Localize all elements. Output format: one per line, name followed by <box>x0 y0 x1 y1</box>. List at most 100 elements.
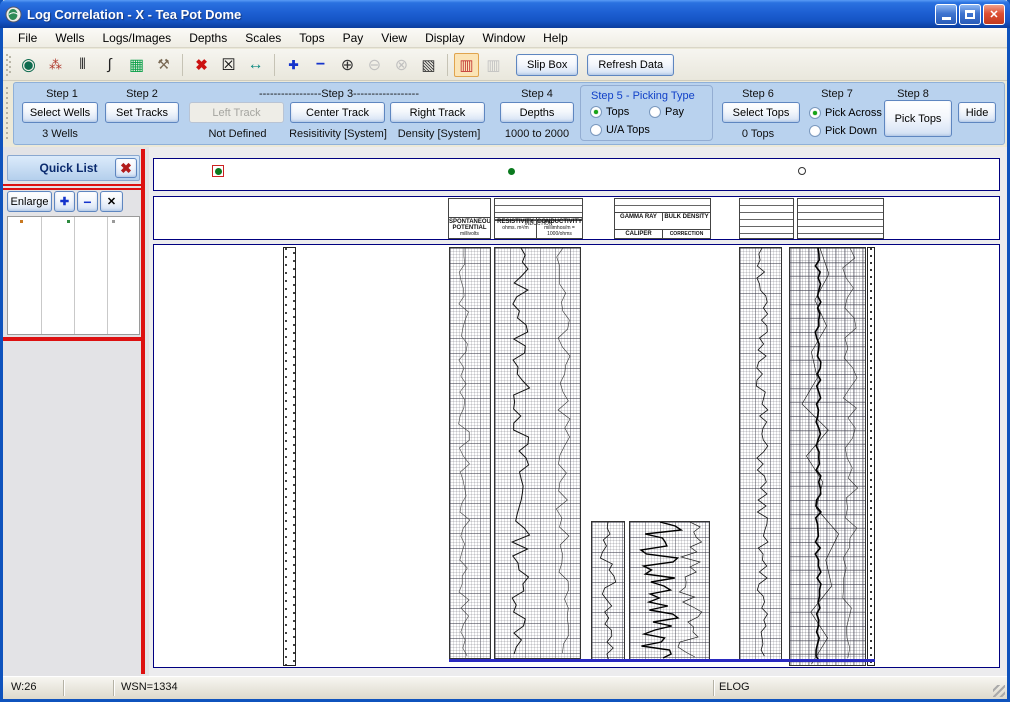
quick-list-clear-button[interactable]: ✕ <box>100 191 123 212</box>
depth-track[interactable] <box>283 247 296 666</box>
menu-display[interactable]: Display <box>416 29 473 47</box>
log-header-table-left <box>739 198 794 239</box>
sidebar-splitter[interactable] <box>141 149 145 674</box>
center-track-button[interactable]: Center Track <box>290 102 385 123</box>
grid-table-icon[interactable]: ▦ <box>124 53 149 77</box>
menu-wells[interactable]: Wells <box>46 29 93 47</box>
menu-depths[interactable]: Depths <box>180 29 236 47</box>
select-wells-button[interactable]: Select Wells <box>22 102 98 123</box>
left-track-button: Left Track <box>189 102 284 123</box>
log-bottom-line <box>449 659 875 662</box>
radio-ua-tops-label: U/A Tops <box>606 124 650 136</box>
quick-list-remove-button[interactable]: − <box>77 191 98 212</box>
step7-label: Step 7 <box>808 88 866 100</box>
close-button[interactable]: ✕ <box>983 4 1005 25</box>
step1-label: Step 1 <box>31 88 93 100</box>
zoom-cancel-icon: ⊗ <box>389 53 414 77</box>
right-track-button[interactable]: Right Track <box>390 102 485 123</box>
log-correlation-canvas: SPONTANEOUS POTENTIALmillivolts INDUCTIO… <box>149 147 1007 676</box>
log-track-gamma[interactable] <box>591 521 625 660</box>
decrease-icon[interactable]: − <box>308 53 333 77</box>
delete-box-icon[interactable]: ☒ <box>216 53 241 77</box>
curve-select-icon[interactable]: ∫ <box>97 53 122 77</box>
menu-scales[interactable]: Scales <box>236 29 290 47</box>
well-marker-empty[interactable] <box>798 167 806 175</box>
divider <box>113 680 114 696</box>
radio-pay-icon[interactable] <box>649 106 661 118</box>
quick-list-close-button[interactable]: ✖ <box>115 158 137 178</box>
select-tops-button[interactable]: Select Tops <box>722 102 800 123</box>
quick-list-sidebar: Quick List ✖ Enlarge ✚ − ✕ <box>3 147 149 676</box>
title-bar[interactable]: Log Correlation - X - Tea Pot Dome ✕ <box>0 0 1010 28</box>
radio-pick-across[interactable]: Pick Across <box>809 107 882 119</box>
log-header-table-right <box>797 198 884 239</box>
fit-width-icon[interactable]: ↔ <box>243 53 268 77</box>
radio-pick-across-label: Pick Across <box>825 107 882 119</box>
divider <box>3 188 144 190</box>
log-track-right-sp[interactable] <box>739 247 782 660</box>
log-track-resistivity[interactable] <box>494 247 581 659</box>
image-icon[interactable]: ▧ <box>416 53 441 77</box>
radio-tops-label: Tops <box>606 106 629 118</box>
radio-ua-tops[interactable]: U/A Tops <box>590 124 650 136</box>
log-layout-alt-icon: ▥ <box>481 53 506 77</box>
log-track-density[interactable] <box>629 521 710 660</box>
well-marker[interactable] <box>508 168 515 175</box>
menu-tops[interactable]: Tops <box>290 29 333 47</box>
hide-button[interactable]: Hide <box>958 102 996 123</box>
well-picker-icon[interactable]: ⁂ <box>43 53 68 77</box>
log-tracks-area[interactable] <box>153 244 1000 668</box>
window-title: Log Correlation - X - Tea Pot Dome <box>27 7 933 22</box>
preview-well-marker <box>112 220 115 223</box>
radio-pick-down-icon[interactable] <box>809 125 821 137</box>
menu-pay[interactable]: Pay <box>334 29 373 47</box>
depths-button[interactable]: Depths <box>500 102 574 123</box>
left-track-status: Not Defined <box>195 128 280 140</box>
menu-logs-images[interactable]: Logs/Images <box>93 29 180 47</box>
radio-tops[interactable]: Tops <box>590 106 629 118</box>
resize-grip[interactable] <box>993 685 1005 697</box>
step5-title: Step 5 - Picking Type <box>591 90 695 102</box>
menu-view[interactable]: View <box>372 29 416 47</box>
refresh-data-button[interactable]: Refresh Data <box>587 54 674 76</box>
toolbar: ◉⁂⫴∫▦⚒✖☒↔✚−⊕⊖⊗▧▥▥ Slip Box Refresh Data <box>3 49 1007 81</box>
slip-box-button[interactable]: Slip Box <box>516 54 578 76</box>
preview-well-marker <box>20 220 23 223</box>
menu-help[interactable]: Help <box>534 29 577 47</box>
zoom-in-icon[interactable]: ⊕ <box>335 53 360 77</box>
app-logo-icon <box>5 6 22 23</box>
radio-pick-down[interactable]: Pick Down <box>809 125 877 137</box>
log-layout-icon[interactable]: ▥ <box>454 53 479 77</box>
menu-window[interactable]: Window <box>473 29 534 47</box>
steps-panel: Step 1 Select Wells 3 Wells Step 2 Set T… <box>3 81 1007 147</box>
menu-file[interactable]: File <box>9 29 46 47</box>
maximize-button[interactable] <box>959 4 981 25</box>
radio-pay[interactable]: Pay <box>649 106 684 118</box>
status-well-count: W:26 <box>11 681 36 693</box>
steps-panel-grip[interactable] <box>6 87 11 141</box>
log-track-sp[interactable] <box>449 247 491 659</box>
pick-tops-button[interactable]: Pick Tops <box>884 100 952 137</box>
picking-type-group: Step 5 - Picking Type Tops Pay U/A Tops <box>580 85 713 141</box>
quick-list-preview[interactable] <box>7 216 140 335</box>
tools-edit-icon[interactable]: ⚒ <box>151 53 176 77</box>
log-track-right-resistivity[interactable] <box>789 247 866 666</box>
wells-globe-icon[interactable]: ◉ <box>16 53 41 77</box>
status-bar: W:26 WSN=1334 ELOG <box>3 676 1007 699</box>
toolbar-grip[interactable] <box>6 54 11 76</box>
quick-list-add-button[interactable]: ✚ <box>54 191 75 212</box>
set-tracks-button[interactable]: Set Tracks <box>105 102 179 123</box>
well-marker-row <box>153 158 1000 191</box>
increase-icon[interactable]: ✚ <box>281 53 306 77</box>
radio-tops-icon[interactable] <box>590 106 602 118</box>
app-window: Log Correlation - X - Tea Pot Dome ✕ Fil… <box>0 0 1010 702</box>
set-tracks-icon[interactable]: ⫴ <box>70 53 95 77</box>
well-marker-selected[interactable] <box>212 165 224 177</box>
radio-pick-across-icon[interactable] <box>809 107 821 119</box>
enlarge-button[interactable]: Enlarge <box>7 191 52 212</box>
step8-label: Step 8 <box>883 88 943 100</box>
delete-tops-icon[interactable]: ✖ <box>189 53 214 77</box>
radio-ua-tops-icon[interactable] <box>590 124 602 136</box>
minimize-button[interactable] <box>935 4 957 25</box>
content-area: Quick List ✖ Enlarge ✚ − ✕ <box>3 147 1007 676</box>
